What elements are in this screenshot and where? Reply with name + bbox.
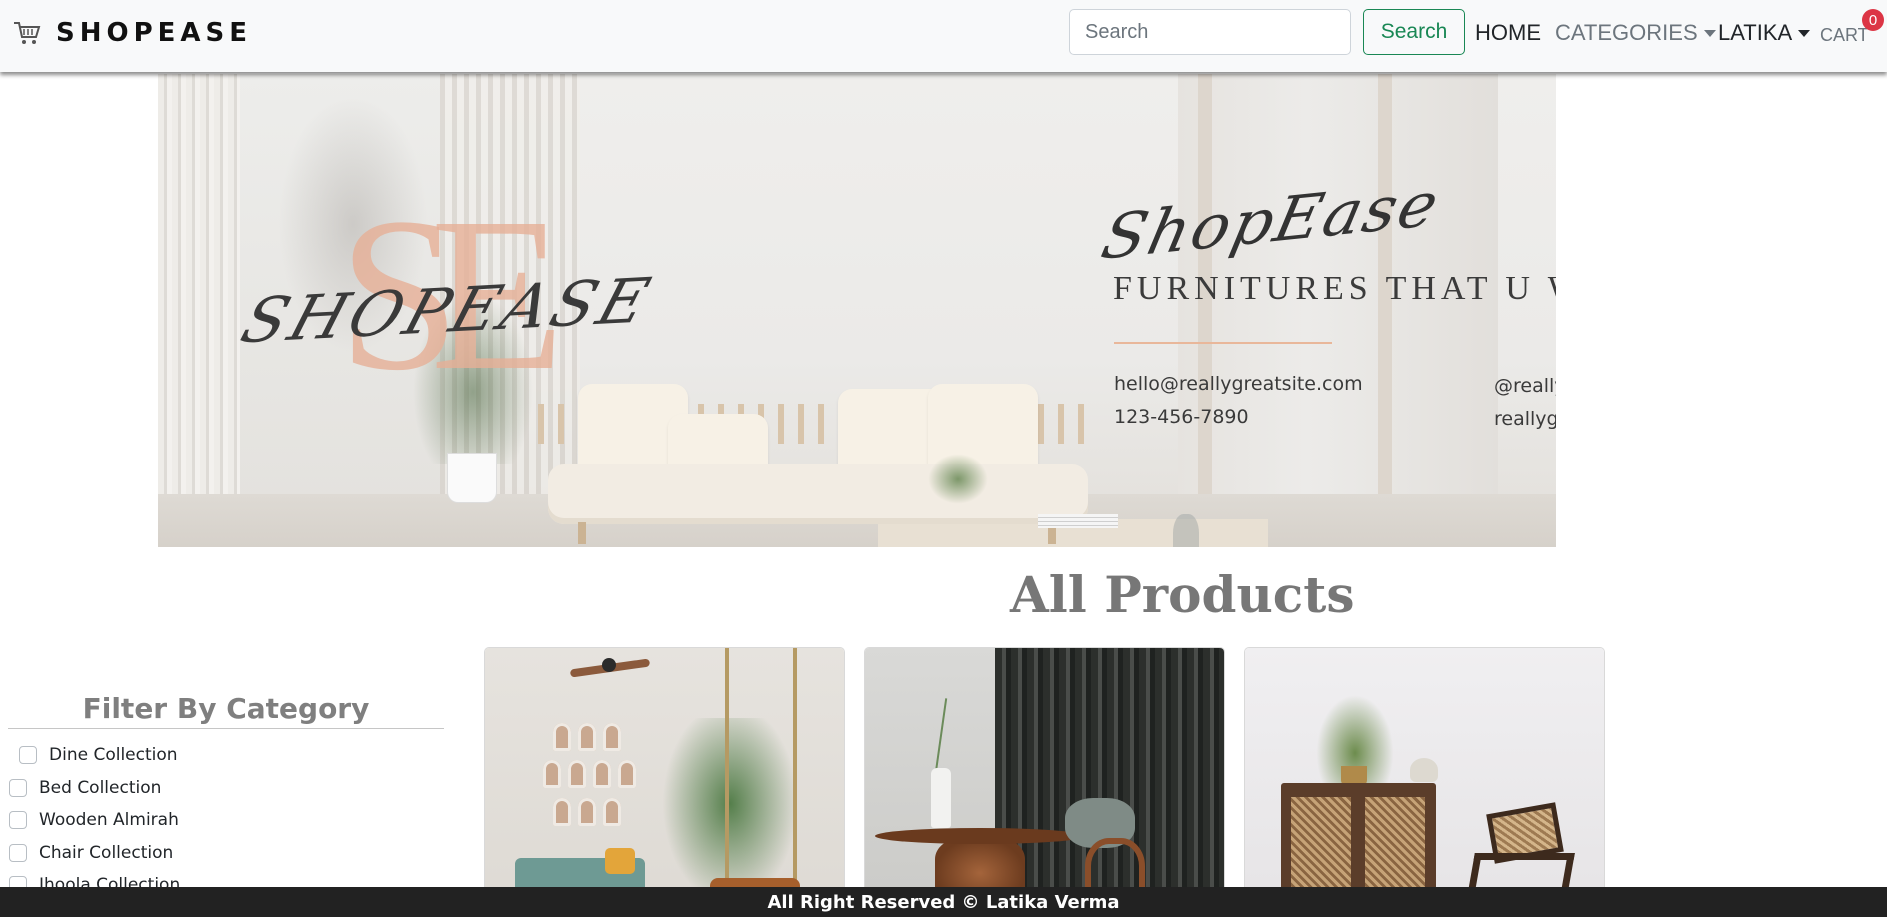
brand-link[interactable]: SHOPEASE (12, 18, 252, 48)
banner-sofa-image (538, 334, 1098, 544)
product-card[interactable] (1244, 647, 1605, 909)
filter-item-label: Chair Collection (39, 843, 174, 863)
hero-banner: SE SHOPEASE ShopEase FURNITURES THAT U W… (158, 74, 1556, 547)
footer: All Right Reserved © Latika Verma (0, 887, 1887, 917)
banner-website: reallygreatsite.com (1494, 408, 1556, 430)
nav-home-label: HOME (1475, 20, 1541, 45)
product-image[interactable] (865, 648, 1224, 908)
banner-pillar (1378, 74, 1392, 544)
shopping-cart-icon (14, 22, 41, 44)
banner-table-plant (928, 454, 988, 504)
banner-email: hello@reallygreatsite.com (1114, 373, 1363, 395)
swing-rope (725, 648, 729, 908)
wall-niche (553, 723, 571, 751)
chevron-down-icon (1703, 29, 1716, 37)
checkbox[interactable] (19, 746, 37, 764)
product-image[interactable] (1245, 648, 1604, 908)
nav-home-link[interactable]: HOME (1475, 20, 1541, 46)
vase (931, 768, 951, 828)
product-image[interactable] (485, 648, 844, 908)
nav-user-dropdown[interactable]: LATIKA (1718, 20, 1811, 46)
search-input[interactable] (1069, 9, 1351, 55)
banner-vase (1173, 514, 1199, 547)
search-button[interactable]: Search (1363, 9, 1465, 55)
wall-niche (593, 760, 611, 788)
filter-item-label: Dine Collection (49, 745, 178, 765)
banner-contact-left: hello@reallygreatsite.com 123-456-7890 (1114, 368, 1363, 434)
filter-item-chair-collection[interactable]: Chair Collection (9, 843, 173, 863)
nav-user-label: LATIKA (1718, 20, 1793, 45)
navbar: SHOPEASE Search HOME CATEGORIES LATIKA C… (0, 0, 1887, 72)
filter-item-label: Bed Collection (39, 778, 162, 798)
nav-categories-dropdown[interactable]: CATEGORIES (1555, 20, 1716, 46)
pillow (605, 848, 635, 874)
filter-item-bed-collection[interactable]: Bed Collection (9, 778, 161, 798)
banner-divider (1114, 342, 1332, 344)
swing-rope (793, 648, 797, 908)
wall-niche (543, 760, 561, 788)
wall-niche (603, 798, 621, 826)
page-title: All Products (1010, 565, 1355, 624)
banner-tagline: FURNITURES THAT U WANT (1113, 270, 1556, 307)
banner-wall-decoration (1178, 74, 1498, 544)
sofa-seat (548, 464, 1088, 524)
filter-item-label: Wooden Almirah (39, 810, 179, 830)
nav-categories-label: CATEGORIES (1555, 20, 1698, 45)
ceiling-fan-hub (602, 658, 616, 672)
banner-handle: @reallygreatsite (1494, 375, 1556, 397)
banner-phone: 123-456-7890 (1114, 406, 1249, 428)
sofa-leg (578, 522, 586, 544)
product-card[interactable] (484, 647, 845, 909)
wall-niche (578, 798, 596, 826)
wall-niche (603, 723, 621, 751)
table-lamp (1410, 758, 1438, 782)
wall-niche (578, 723, 596, 751)
filter-item-dine-collection[interactable]: Dine Collection (19, 745, 178, 765)
footer-copyright: All Right Reserved © Latika Verma (767, 891, 1120, 913)
checkbox[interactable] (9, 779, 27, 797)
wall-niche (568, 760, 586, 788)
banner-pillar (1198, 74, 1212, 544)
product-card[interactable] (864, 647, 1225, 909)
banner-plant-pot (448, 454, 496, 502)
chevron-down-icon (1798, 29, 1811, 37)
banner-contact-right: @reallygreatsite reallygreatsite.com (1494, 370, 1556, 436)
dining-table (875, 828, 1085, 844)
wall-niche (553, 798, 571, 826)
filter-title: Filter By Category (82, 692, 370, 725)
filter-item-wooden-almirah[interactable]: Wooden Almirah (9, 810, 179, 830)
cart-count-badge: 0 (1862, 9, 1884, 31)
wall-niche (618, 760, 636, 788)
banner-curtain-decoration (158, 74, 240, 547)
banner-books (1038, 514, 1118, 528)
brand-name: SHOPEASE (56, 18, 253, 48)
nav-cart-link[interactable]: CART (1820, 25, 1869, 46)
nav-cart-label: CART (1820, 25, 1869, 45)
filter-divider (8, 728, 444, 729)
checkbox[interactable] (9, 844, 27, 862)
checkbox[interactable] (9, 811, 27, 829)
